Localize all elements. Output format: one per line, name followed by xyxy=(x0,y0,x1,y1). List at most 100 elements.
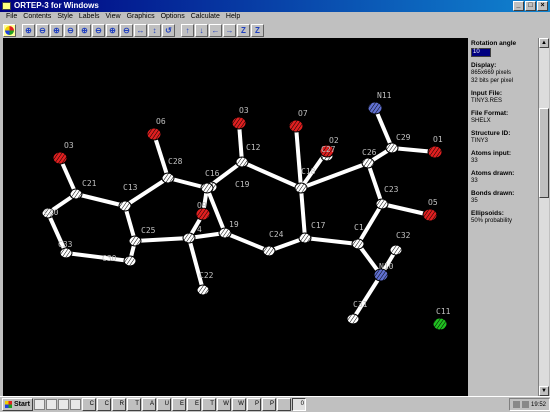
atom-c4[interactable] xyxy=(182,232,196,244)
close-button[interactable]: × xyxy=(537,1,548,11)
vertical-scrollbar[interactable]: ▲ ▼ xyxy=(538,38,549,396)
atom-c26[interactable] xyxy=(361,157,375,169)
window-title: ORTEP-3 for Windows xyxy=(14,1,99,10)
taskbar-task-button[interactable]: P xyxy=(246,398,261,411)
scroll-down-button[interactable]: ▼ xyxy=(539,386,549,396)
atom-c29[interactable] xyxy=(385,142,399,154)
atom-c24[interactable] xyxy=(262,245,276,257)
taskbar-task-button[interactable]: R xyxy=(111,398,126,411)
atom-cl1[interactable] xyxy=(432,317,448,331)
atom-c25[interactable] xyxy=(128,235,142,247)
taskbar-task-button[interactable]: T xyxy=(201,398,216,411)
taskbar-task-button[interactable]: W xyxy=(216,398,231,411)
arrow-up-icon[interactable]: ↑ xyxy=(181,23,194,37)
atom-c28[interactable] xyxy=(161,172,175,184)
atom-c1[interactable] xyxy=(351,238,365,250)
palette-icon[interactable] xyxy=(3,23,16,37)
tray-volume-icon[interactable] xyxy=(521,401,529,408)
taskbar-task-button[interactable] xyxy=(276,398,291,411)
arrow-down-icon[interactable]: ↓ xyxy=(195,23,208,37)
atom-label-c16: C16 xyxy=(205,169,220,178)
rotate-y-cw-icon[interactable]: ⊕ xyxy=(50,23,63,37)
atom-c16[interactable] xyxy=(200,182,214,194)
flip-y-icon[interactable]: ↕ xyxy=(148,23,161,37)
atom-label-o6: O6 xyxy=(156,117,166,126)
taskbar-task-button[interactable]: T xyxy=(126,398,141,411)
atom-label-c30: C30 xyxy=(102,254,117,263)
zoom-out-icon[interactable]: ⊖ xyxy=(120,23,133,37)
rotate-x-ccw-icon[interactable]: ⊖ xyxy=(36,23,49,37)
rotate-y-ccw-icon[interactable]: ⊖ xyxy=(64,23,77,37)
atom-c33[interactable] xyxy=(59,247,73,259)
scroll-up-button[interactable]: ▲ xyxy=(539,38,549,48)
taskbar-task-button[interactable]: W xyxy=(231,398,246,411)
atom-c21[interactable] xyxy=(69,188,83,200)
atom-c30[interactable] xyxy=(123,255,137,267)
atoms-drawn-value: 33 xyxy=(471,178,478,184)
atom-c12[interactable] xyxy=(235,156,249,168)
quick-launch-folder-icon[interactable] xyxy=(69,399,81,410)
taskbar-task-button[interactable]: E xyxy=(186,398,201,411)
atom-c17[interactable] xyxy=(298,232,312,244)
arrow-right-icon[interactable]: → xyxy=(223,23,236,37)
arrow-left-icon[interactable]: ← xyxy=(209,23,222,37)
rotation-angle-label: Rotation angle xyxy=(471,40,517,47)
atom-label-c26: C26 xyxy=(362,148,377,157)
atoms-drawn-label: Atoms drawn: xyxy=(471,170,515,177)
flip-z-icon[interactable]: ↺ xyxy=(162,23,175,37)
axis-z-alt-icon[interactable]: Z xyxy=(251,23,264,37)
rotate-z-ccw-icon[interactable]: ⊖ xyxy=(92,23,105,37)
minimize-button[interactable]: _ xyxy=(513,1,524,11)
atom-o3b[interactable] xyxy=(231,116,247,130)
atom-c18[interactable] xyxy=(294,182,308,194)
atom-o1[interactable] xyxy=(427,145,443,159)
atom-c32[interactable] xyxy=(389,244,403,256)
atom-o6[interactable] xyxy=(146,127,162,141)
rotation-angle-input[interactable]: 10 xyxy=(471,48,491,57)
zoom-in-icon[interactable]: ⊕ xyxy=(106,23,119,37)
start-button[interactable]: Start xyxy=(2,398,33,411)
menu-calculate[interactable]: Calculate xyxy=(188,12,223,22)
taskbar-task-button[interactable]: C xyxy=(96,398,111,411)
maximize-button[interactable]: □ xyxy=(525,1,536,11)
atom-label-c25: C25 xyxy=(141,226,156,235)
atom-c19b[interactable] xyxy=(218,227,232,239)
atom-o3[interactable] xyxy=(52,151,68,165)
axis-z-icon[interactable]: Z xyxy=(237,23,250,37)
atom-o7[interactable] xyxy=(288,119,304,133)
menu-view[interactable]: View xyxy=(103,12,124,22)
taskbar-task-button[interactable]: 0 xyxy=(291,398,306,411)
atom-label-o3: O3 xyxy=(64,141,74,150)
menu-style[interactable]: Style xyxy=(54,12,76,22)
taskbar-task-button[interactable]: C xyxy=(81,398,96,411)
menu-file[interactable]: File xyxy=(3,12,20,22)
quick-launch-desktop-icon[interactable] xyxy=(33,399,45,410)
atom-c23[interactable] xyxy=(375,198,389,210)
tray-network-icon[interactable] xyxy=(512,401,520,408)
menu-graphics[interactable]: Graphics xyxy=(124,12,158,22)
rotate-x-cw-icon[interactable]: ⊕ xyxy=(22,23,35,37)
bond-c19b-c24 xyxy=(224,231,270,253)
scroll-thumb[interactable] xyxy=(539,108,549,198)
input-file-value: TINY3.RES xyxy=(471,98,503,104)
atom-c31[interactable] xyxy=(346,313,360,325)
taskbar-task-button[interactable]: P xyxy=(261,398,276,411)
atom-label-c1: C1 xyxy=(354,223,364,232)
taskbar-task-button[interactable]: U xyxy=(156,398,171,411)
taskbar-task-button[interactable]: A xyxy=(141,398,156,411)
flip-x-icon[interactable]: ↔ xyxy=(134,23,147,37)
atom-n11[interactable] xyxy=(367,101,383,115)
menu-options[interactable]: Options xyxy=(158,12,188,22)
rotate-z-cw-icon[interactable]: ⊕ xyxy=(78,23,91,37)
menu-contents[interactable]: Contents xyxy=(20,12,54,22)
taskbar-task-button[interactable]: E xyxy=(171,398,186,411)
atom-c22[interactable] xyxy=(196,284,210,296)
quick-launch-browser-icon[interactable] xyxy=(45,399,57,410)
quick-launch-mail-icon[interactable] xyxy=(57,399,69,410)
menu-labels[interactable]: Labels xyxy=(76,12,103,22)
bond-c21-c13 xyxy=(75,192,126,208)
atom-o5[interactable] xyxy=(422,208,438,222)
menu-help[interactable]: Help xyxy=(223,12,243,22)
molecule-canvas[interactable]: C19 C22 C30 C25 4 C33 C20 C21 O3 C13 C28 O6 C16 O9 19 C… xyxy=(3,38,468,396)
atom-c13[interactable] xyxy=(118,200,132,212)
